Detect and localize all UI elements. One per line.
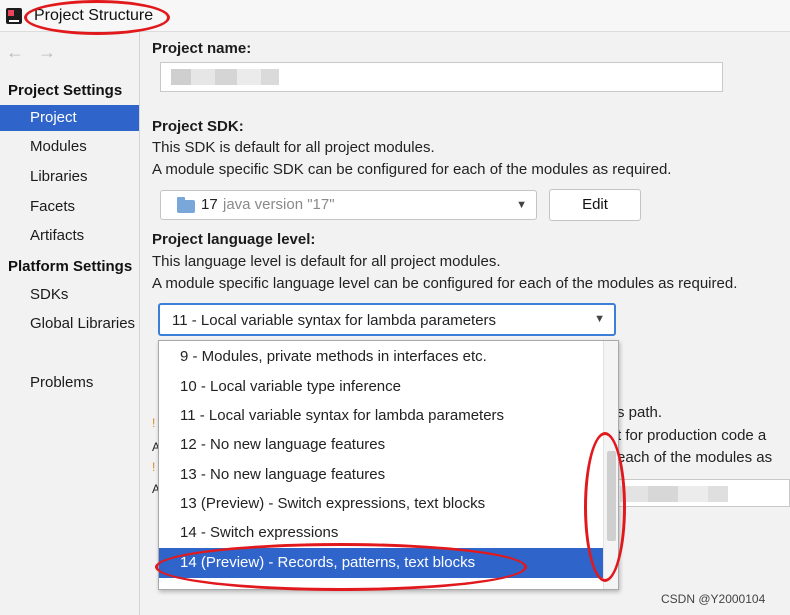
forward-arrow-icon[interactable]: → <box>38 42 56 63</box>
sdk-description-1: This SDK is default for all project modu… <box>152 139 435 156</box>
project-name-label: Project name: <box>152 40 252 57</box>
language-level-label: Project language level: <box>152 231 316 248</box>
edit-sdk-button[interactable]: Edit <box>549 189 641 221</box>
language-level-value: 11 - Local variable syntax for lambda pa… <box>172 312 497 329</box>
back-arrow-icon[interactable]: ← <box>6 42 24 63</box>
option-level-9[interactable]: 9 - Modules, private methods in interfac… <box>159 342 603 372</box>
project-name-field[interactable] <box>160 62 723 92</box>
compiler-output-text-2: t for production code a <box>617 427 767 444</box>
option-level-10[interactable]: 10 - Local variable type inference <box>159 372 603 402</box>
chevron-down-icon: ▼ <box>594 313 605 325</box>
language-level-description-1: This language level is default for all p… <box>152 253 501 270</box>
popup-scrollbar[interactable] <box>603 341 618 589</box>
compiler-output-field[interactable] <box>613 479 790 507</box>
language-level-popup-list: 9 - Modules, private methods in interfac… <box>158 340 619 590</box>
warning-marker-icon: ! <box>152 416 156 430</box>
sidebar-item-global-libraries[interactable]: Global Libraries <box>0 311 139 337</box>
sidebar-item-libraries[interactable]: Libraries <box>0 164 139 190</box>
sidebar-item-project[interactable]: Project <box>0 105 139 131</box>
compiler-output-text: s path. <box>617 404 663 421</box>
watermark: CSDN @Y2000104 <box>661 592 766 606</box>
scrollbar-thumb[interactable] <box>607 451 616 541</box>
sidebar-item-problems[interactable]: Problems <box>0 370 139 396</box>
option-level-13[interactable]: 13 - No new language features <box>159 460 603 490</box>
language-level-description-2: A module specific language level can be … <box>152 275 738 292</box>
option-level-12[interactable]: 12 - No new language features <box>159 430 603 460</box>
option-level-13-preview[interactable]: 13 (Preview) - Switch expressions, text … <box>159 489 603 519</box>
sidebar-item-sdks[interactable]: SDKs <box>0 282 139 308</box>
project-sdk-label: Project SDK: <box>152 118 244 135</box>
section-platform-settings: Platform Settings <box>8 258 133 275</box>
language-level-dropdown[interactable]: 11 - Local variable syntax for lambda pa… <box>158 303 616 336</box>
chevron-down-icon: ▼ <box>516 199 527 211</box>
sidebar-item-facets[interactable]: Facets <box>0 194 139 220</box>
option-level-11[interactable]: 11 - Local variable syntax for lambda pa… <box>159 401 603 431</box>
warning-marker-icon-2: ! <box>152 460 156 474</box>
sidebar: ← → Project Settings Project Modules Lib… <box>0 32 140 615</box>
sidebar-item-modules[interactable]: Modules <box>0 134 139 160</box>
window-title: Project Structure <box>34 7 154 24</box>
title-bar: Project Structure <box>0 0 790 32</box>
intellij-app-icon <box>6 8 22 24</box>
sdk-dropdown[interactable]: 17 java version "17" ▼ <box>160 190 537 220</box>
sdk-description-2: A module specific SDK can be configured … <box>152 161 672 178</box>
folder-icon <box>177 197 195 213</box>
compiler-output-text-3: each of the modules as <box>617 449 773 466</box>
option-level-14[interactable]: 14 - Switch expressions <box>159 518 603 548</box>
section-project-settings: Project Settings <box>8 82 123 99</box>
sdk-version: java version "17" <box>223 196 335 213</box>
redacted-text <box>171 69 191 85</box>
option-level-14-preview[interactable]: 14 (Preview) - Records, patterns, text b… <box>159 548 603 578</box>
sdk-name: 17 <box>201 196 218 213</box>
sidebar-item-artifacts[interactable]: Artifacts <box>0 223 139 249</box>
